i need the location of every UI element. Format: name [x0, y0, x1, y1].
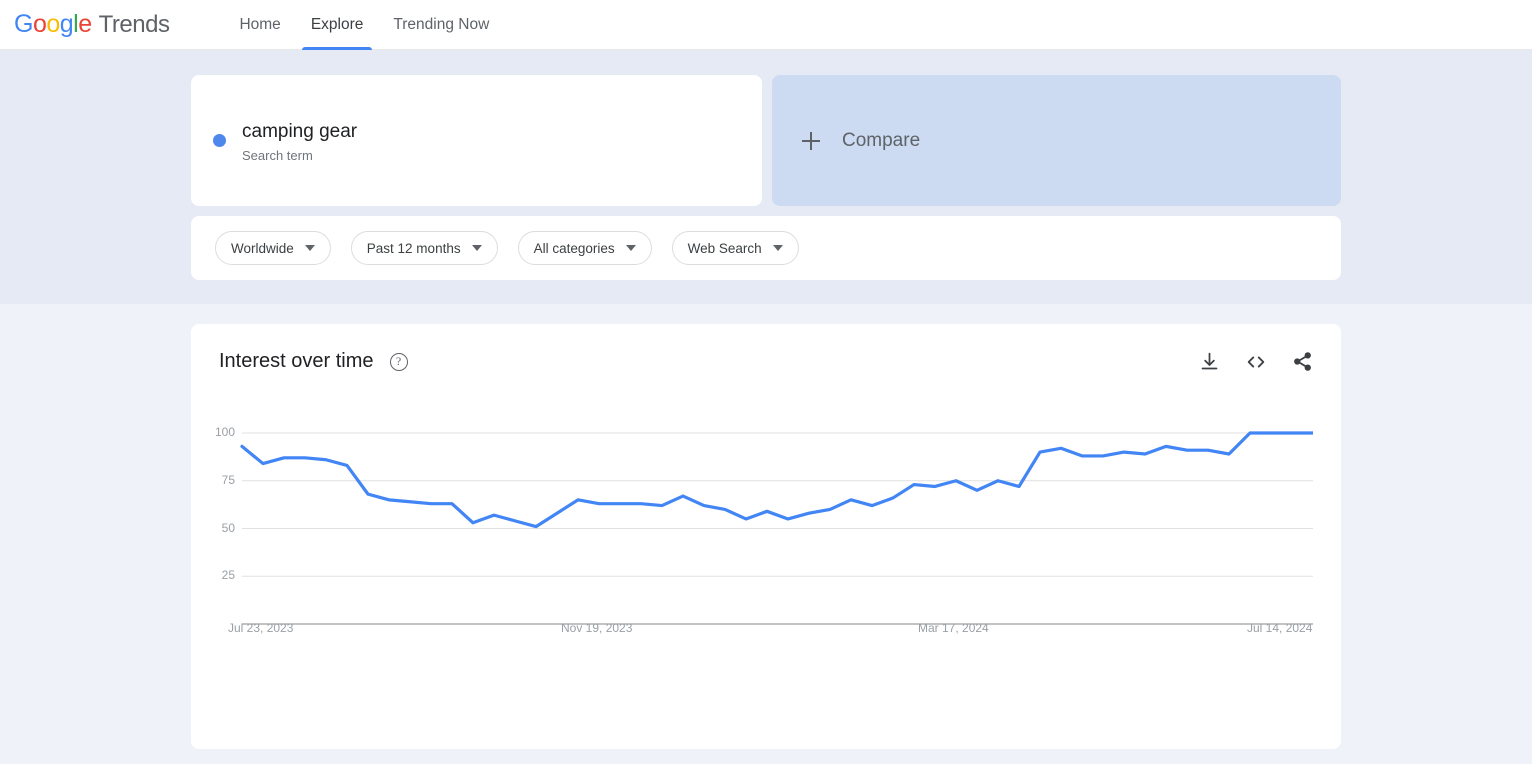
filter-location-label: Worldwide [231, 240, 294, 256]
compare-card[interactable]: Compare [772, 75, 1341, 206]
search-term-card[interactable]: camping gear Search term [191, 75, 762, 206]
term-row: camping gear Search term Compare [191, 75, 1341, 206]
filter-time-range[interactable]: Past 12 months [350, 231, 498, 265]
chart-header: Interest over time ? [219, 350, 1313, 373]
nav-item-home[interactable]: Home [224, 0, 295, 50]
filters-bar: Worldwide Past 12 months All categories … [191, 216, 1341, 280]
compare-label: Compare [842, 129, 921, 151]
y-axis-tick-label: 50 [221, 520, 235, 535]
y-axis-tick-label: 75 [221, 472, 235, 487]
search-term-type: Search term [242, 147, 313, 163]
share-icon[interactable] [1292, 351, 1313, 372]
embed-code-icon[interactable] [1245, 351, 1267, 373]
google-wordmark: Google [14, 10, 92, 38]
search-term-text: camping gear Search term [242, 119, 357, 163]
main-nav: Home Explore Trending Now [224, 0, 504, 50]
chart-actions [1199, 351, 1313, 373]
filter-search-type[interactable]: Web Search [671, 231, 799, 265]
query-band: camping gear Search term Compare Worldwi… [0, 50, 1532, 304]
x-axis-tick-label: Nov 19, 2023 [561, 621, 633, 635]
filter-category-label: All categories [533, 240, 615, 256]
chevron-down-icon [625, 245, 636, 251]
chart-svg [240, 431, 1313, 625]
filter-location[interactable]: Worldwide [215, 231, 331, 265]
x-axis-tick-label: Jul 23, 2023 [228, 621, 294, 635]
chart-title-group: Interest over time ? [219, 350, 408, 373]
x-axis-tick-label: Mar 17, 2024 [918, 621, 989, 635]
interest-over-time-card: Interest over time ? 100 75 50 25 Jul 23… [191, 324, 1341, 749]
chevron-down-icon [471, 245, 482, 251]
chart-title: Interest over time [219, 350, 374, 372]
search-term-name: camping gear [242, 120, 358, 142]
help-circle-icon[interactable]: ? [389, 352, 408, 371]
filter-time-range-label: Past 12 months [366, 240, 461, 256]
plus-icon [802, 131, 820, 150]
google-trends-logo[interactable]: Google Trends [14, 10, 170, 39]
nav-item-explore[interactable]: Explore [296, 0, 379, 50]
y-axis-tick-label: 25 [221, 568, 235, 583]
chevron-down-icon [772, 245, 783, 251]
series-line-camping-gear [240, 431, 1313, 529]
top-header: Google Trends Home Explore Trending Now [0, 0, 1532, 50]
x-axis-tick-label: Jul 14, 2024 [1247, 621, 1313, 635]
chevron-down-icon [304, 245, 315, 251]
trends-wordmark: Trends [98, 11, 170, 38]
y-axis-tick-label: 100 [214, 425, 235, 439]
query-band-inner: camping gear Search term Compare Worldwi… [191, 75, 1341, 280]
filter-category[interactable]: All categories [517, 231, 652, 265]
nav-item-trending-now[interactable]: Trending Now [378, 0, 504, 50]
series-color-dot [213, 134, 226, 147]
interest-over-time-plot: 100 75 50 25 Jul 23, 2023 Nov 19, 2023 Mar 17… [215, 424, 1313, 714]
download-icon[interactable] [1199, 351, 1220, 372]
filter-search-type-label: Web Search [687, 240, 762, 256]
results-band: Interest over time ? 100 75 50 25 Jul 23… [0, 304, 1532, 764]
